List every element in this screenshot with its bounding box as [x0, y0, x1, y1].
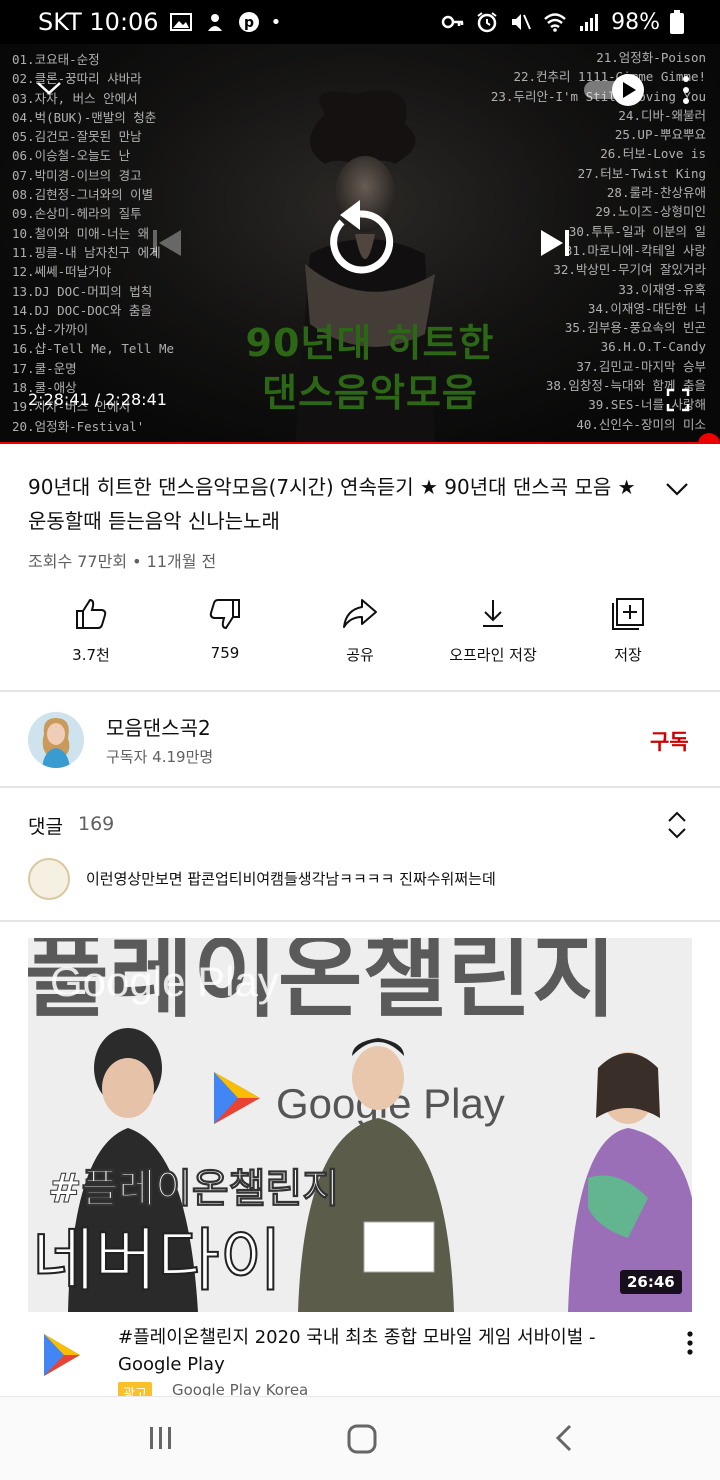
fullscreen-icon[interactable]: [666, 388, 690, 412]
battery-icon: [670, 10, 684, 34]
signal-icon: [580, 14, 599, 31]
minimize-chevron-icon[interactable]: [34, 78, 64, 98]
previous-icon[interactable]: [150, 226, 184, 260]
svg-text:p: p: [244, 15, 254, 31]
subscriber-count: 구독자 4.19만명: [106, 748, 214, 766]
channel-name[interactable]: 모음댄스곡2: [106, 712, 211, 741]
alarm-icon: [477, 12, 497, 33]
progress-bar[interactable]: [0, 442, 720, 444]
replay-icon[interactable]: [320, 196, 400, 284]
back-icon[interactable]: [552, 1423, 576, 1453]
top-comment-text[interactable]: 이런영상만보면 팝콘업티비여캠들생각남ㅋㅋㅋㅋ 진짜수위쩌는데: [86, 868, 496, 889]
autoplay-toggle[interactable]: [582, 72, 650, 108]
google-play-logo-icon[interactable]: [40, 1332, 82, 1378]
commenter-avatar[interactable]: [28, 858, 70, 900]
pinterest-icon: p: [238, 12, 259, 32]
video-time: 2:28:41 / 2:28:41: [28, 390, 167, 409]
home-icon[interactable]: [346, 1423, 378, 1455]
expand-description-chevron-icon[interactable]: [664, 476, 690, 502]
ad-more-options-icon[interactable]: [682, 1330, 698, 1356]
recent-apps-icon[interactable]: [146, 1423, 176, 1453]
like-button[interactable]: 3.7천: [26, 596, 156, 665]
thumbs-down-icon: [209, 599, 240, 630]
image-icon: [169, 13, 192, 31]
system-nav-bar: [0, 1396, 720, 1480]
save-label: 저장: [614, 646, 642, 664]
comments-label[interactable]: 댓글: [28, 812, 63, 839]
offline-save-label: 오프라인 저장: [449, 646, 537, 664]
dislike-button[interactable]: 759: [160, 596, 290, 662]
status-bar: SKT 10:06 p • 98%: [0, 0, 720, 44]
ad-thumbnail-image: 플레이온챌린지 Google Play Google Play #플레이온챌린지…: [28, 938, 692, 1312]
comments-count: 169: [78, 813, 115, 835]
ad-thumb-hashtag: #플레이온챌린지: [48, 1166, 339, 1212]
offline-save-button[interactable]: 오프라인 저장: [428, 596, 558, 665]
ad-title[interactable]: #플레이온챌린지 2020 국내 최초 종합 모바일 게임 서바이벌 - Goo…: [118, 1324, 658, 1378]
ad-thumbnail[interactable]: 플레이온챌린지 Google Play Google Play #플레이온챌린지…: [28, 938, 692, 1312]
divider: [0, 920, 720, 922]
video-player[interactable]: 01.코요태-순정 02.클론-꿍따리 샤바라 03.자자, 버스 안에서 04…: [0, 44, 720, 444]
ad-thumb-brand-overlay: Google Play: [50, 958, 279, 1005]
save-to-playlist-button[interactable]: 저장: [563, 596, 693, 665]
ad-thumb-subtitle: 네버다이: [32, 1222, 282, 1301]
share-icon: [343, 599, 377, 628]
app-notification-icon: [207, 14, 222, 31]
action-bar: 3.7천 759 공유 오프라인 저장 저장: [0, 596, 720, 676]
channel-avatar[interactable]: [28, 712, 84, 768]
add-to-playlist-icon: [612, 598, 644, 630]
more-options-icon[interactable]: [676, 72, 696, 108]
share-button[interactable]: 공유: [295, 596, 425, 665]
video-title-block[interactable]: 90년대 히트한 댄스음악모음(7시간) 연속듣기 ★ 90년대 댄스곡 모음 …: [28, 470, 648, 538]
carrier-time: SKT 10:06: [38, 8, 159, 36]
channel-avatar-image: [28, 712, 84, 768]
battery-percentage: 98%: [611, 9, 660, 35]
dislike-count: 759: [210, 644, 240, 662]
thumbs-up-icon: [76, 598, 107, 629]
next-icon[interactable]: [538, 226, 572, 260]
download-icon: [483, 600, 503, 627]
video-meta: 조회수 77만회 • 11개월 전: [28, 552, 217, 571]
like-count: 3.7천: [72, 646, 110, 664]
expand-comments-icon[interactable]: [666, 810, 688, 840]
video-title: 90년대 히트한 댄스음악모음(7시간) 연속듣기 ★ 90년대 댄스곡 모음 …: [28, 475, 636, 533]
wifi-icon: [544, 13, 566, 32]
vpn-key-icon: [441, 15, 464, 29]
divider: [0, 786, 720, 788]
ad-duration: 26:46: [620, 1270, 682, 1294]
share-label: 공유: [346, 646, 374, 664]
mute-icon: [512, 14, 532, 30]
more-notifications-dot: •: [270, 11, 282, 33]
subscribe-button[interactable]: 구독: [650, 726, 689, 756]
divider: [0, 690, 720, 692]
